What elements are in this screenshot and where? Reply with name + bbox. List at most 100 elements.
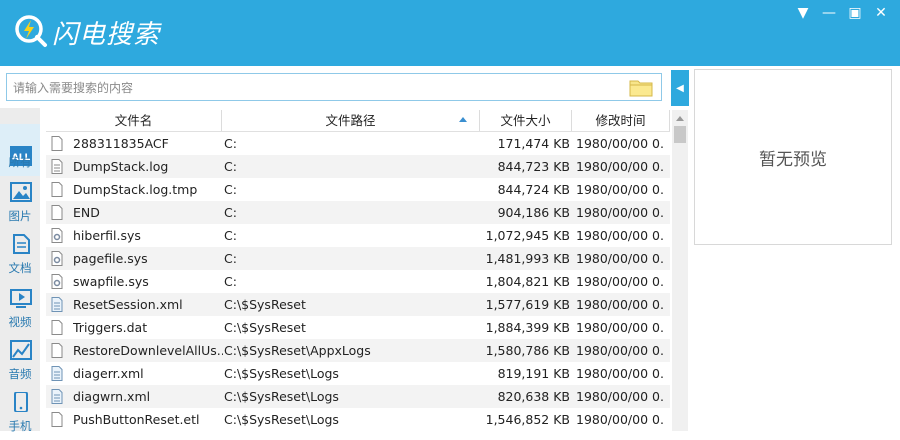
table-row[interactable]: pagefile.sys C: 1,481,993 KB 1980/00/00 0..…: [46, 247, 670, 270]
table-row[interactable]: DumpStack.log C: 844,723 KB 1980/00/00 0...: [46, 155, 670, 178]
image-icon: [10, 182, 32, 202]
file-size-cell: 1,884,399 KB: [485, 320, 570, 335]
table-row[interactable]: hiberfil.sys C: 1,072,945 KB 1980/00/00 0..…: [46, 224, 670, 247]
column-header-name[interactable]: 文件名: [46, 110, 222, 131]
file-path-cell: C:: [224, 228, 237, 243]
file-name-cell: swapfile.sys: [73, 274, 149, 289]
document-icon: [13, 234, 30, 254]
table-row[interactable]: Triggers.dat C:\$SysReset 1,884,399 KB 1980…: [46, 316, 670, 339]
file-path-cell: C:: [224, 159, 237, 174]
file-path-cell: C:\$SysReset: [224, 320, 306, 335]
xml-file-icon: [51, 389, 63, 404]
modified-time-cell: 1980/00/00 0...: [576, 228, 664, 243]
modified-time-cell: 1980/00/00 0...: [576, 251, 664, 266]
file-name-cell: DumpStack.log.tmp: [73, 182, 198, 197]
close-button[interactable]: ✕: [868, 4, 894, 22]
column-header-label: 文件路径: [325, 113, 376, 128]
category-sidebar: ALL 所有 图片 文档 视频 音频 手机: [0, 108, 40, 433]
phone-icon: [14, 392, 28, 412]
column-header-size[interactable]: 文件大小: [480, 110, 572, 131]
table-row[interactable]: 288311835ACF C: 171,474 KB 1980/00/00 0...: [46, 132, 670, 155]
search-input[interactable]: [11, 78, 615, 98]
sidebar-item-phone[interactable]: 手机: [0, 388, 40, 440]
collapse-preview-button[interactable]: ◀: [671, 70, 689, 106]
title-bar: 闪电搜索 ▼ — ▣ ✕: [0, 0, 900, 66]
modified-time-cell: 1980/00/00 0...: [576, 205, 664, 220]
search-bar: [6, 73, 662, 101]
modified-time-cell: 1980/00/00 0...: [576, 343, 664, 358]
file-path-cell: C:: [224, 182, 237, 197]
sidebar-item-label: 视频: [8, 315, 32, 329]
modified-time-cell: 1980/00/00 0...: [576, 297, 664, 312]
modified-time-cell: 1980/00/00 0...: [576, 136, 664, 151]
window-controls: ▼ — ▣ ✕: [790, 4, 894, 22]
file-size-cell: 1,804,821 KB: [485, 274, 570, 289]
system-file-icon: [51, 228, 63, 243]
file-name-cell: ResetSession.xml: [73, 297, 183, 312]
menu-dropdown-icon[interactable]: ▼: [790, 4, 816, 22]
chevron-left-icon: ◀: [676, 82, 684, 94]
file-size-cell: 171,474 KB: [497, 136, 570, 151]
modified-time-cell: 1980/00/00 0...: [576, 274, 664, 289]
modified-time-cell: 1980/00/00 0...: [576, 389, 664, 404]
file-icon: [51, 136, 63, 151]
file-path-cell: C:\$SysReset\Logs: [224, 389, 339, 404]
maximize-button[interactable]: ▣: [842, 4, 868, 22]
modified-time-cell: 1980/00/00 0...: [576, 182, 664, 197]
system-file-icon: [51, 274, 63, 289]
folder-icon[interactable]: [629, 78, 653, 97]
scroll-thumb[interactable]: [674, 126, 686, 143]
sidebar-item-videos[interactable]: 视频: [0, 284, 40, 336]
table-row[interactable]: diagwrn.xml C:\$SysReset\Logs 820,638 KB 19…: [46, 385, 670, 408]
table-row[interactable]: ResetSession.xml C:\$SysReset 1,577,619 KB…: [46, 293, 670, 316]
table-row[interactable]: PushButtonReset.etl C:\$SysReset\Logs 1,54…: [46, 408, 670, 431]
minimize-button[interactable]: —: [816, 4, 842, 22]
table-row[interactable]: DumpStack.log.tmp C: 844,724 KB 1980/00/00 …: [46, 178, 670, 201]
file-icon: [51, 343, 63, 358]
scroll-up-icon[interactable]: [676, 116, 684, 121]
file-size-cell: 1,072,945 KB: [485, 228, 570, 243]
file-path-cell: C:: [224, 274, 237, 289]
system-file-icon: [51, 251, 63, 266]
file-path-cell: C:\$SysReset\Logs: [224, 412, 339, 427]
file-name-cell: Triggers.dat: [73, 320, 148, 335]
sidebar-item-label: 所有: [8, 155, 32, 169]
file-name-cell: PushButtonReset.etl: [73, 412, 200, 427]
file-size-cell: 1,546,852 KB: [485, 412, 570, 427]
vertical-scrollbar[interactable]: [672, 110, 688, 431]
table-header: 文件名 文件路径 文件大小 修改时间: [46, 110, 670, 132]
file-path-cell: C:: [224, 136, 237, 151]
table-row[interactable]: diagerr.xml C:\$SysReset\Logs 819,191 KB 19…: [46, 362, 670, 385]
preview-empty-text: 暂无预览: [759, 149, 827, 170]
modified-time-cell: 1980/00/00 0...: [576, 159, 664, 174]
sidebar-item-documents[interactable]: 文档: [0, 230, 40, 282]
video-icon: [10, 289, 32, 308]
sidebar-item-label: 图片: [8, 209, 32, 223]
table-row[interactable]: RestoreDownlevelAllUs... C:\$SysReset\App…: [46, 339, 670, 362]
sidebar-item-label: 文档: [8, 261, 32, 275]
file-size-cell: 1,580,786 KB: [485, 343, 570, 358]
sidebar-item-label: 手机: [8, 419, 32, 433]
file-icon: [51, 320, 63, 335]
table-row[interactable]: END C: 904,186 KB 1980/00/00 0...: [46, 201, 670, 224]
sidebar-item-label: 音频: [8, 367, 32, 381]
sidebar-item-images[interactable]: 图片: [0, 178, 40, 230]
file-size-cell: 1,481,993 KB: [485, 251, 570, 266]
column-header-modified[interactable]: 修改时间: [572, 110, 670, 131]
sidebar-item-all[interactable]: ALL 所有: [0, 124, 40, 176]
audio-icon: [10, 340, 32, 360]
modified-time-cell: 1980/00/00 0...: [576, 320, 664, 335]
file-name-cell: hiberfil.sys: [73, 228, 141, 243]
file-path-cell: C:\$SysReset\Logs: [224, 366, 339, 381]
table-row[interactable]: swapfile.sys C: 1,804,821 KB 1980/00/00 0..…: [46, 270, 670, 293]
file-name-cell: diagwrn.xml: [73, 389, 151, 404]
file-name-cell: diagerr.xml: [73, 366, 144, 381]
file-name-cell: RestoreDownlevelAllUs...: [73, 343, 223, 358]
lightning-search-logo-icon: [15, 15, 47, 47]
sidebar-item-audio[interactable]: 音频: [0, 336, 40, 388]
column-header-path[interactable]: 文件路径: [222, 110, 480, 131]
file-name-cell: END: [73, 205, 100, 220]
file-icon: [51, 412, 63, 427]
file-name-cell: DumpStack.log: [73, 159, 169, 174]
file-path-cell: C:\$SysReset\AppxLogs: [224, 343, 371, 358]
